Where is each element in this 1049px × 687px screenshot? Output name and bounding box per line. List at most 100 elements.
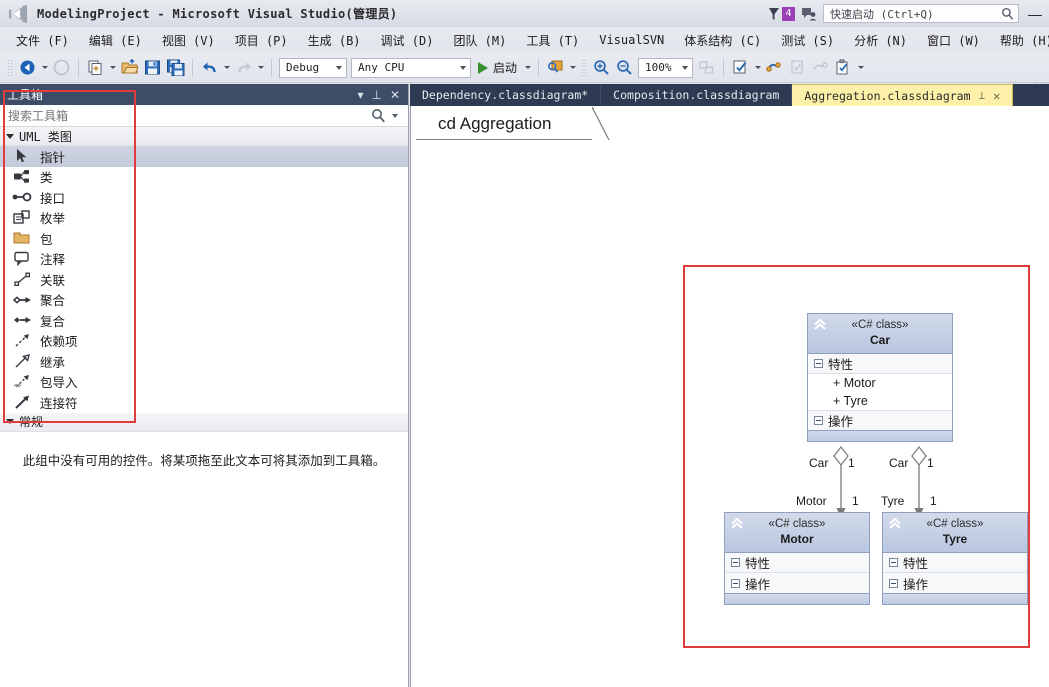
find-dropdown[interactable] bbox=[567, 57, 578, 79]
minus-box-icon[interactable] bbox=[814, 416, 823, 425]
chevron-up-icon[interactable] bbox=[813, 318, 827, 332]
uml-attribute-tyre[interactable]: + Tyre bbox=[808, 392, 952, 410]
menu-help[interactable]: 帮助 (H) bbox=[990, 29, 1049, 52]
validate-dropdown[interactable] bbox=[752, 57, 763, 79]
assoc-car-motor-source-multiplicity[interactable]: 1 bbox=[848, 456, 855, 470]
toolbox-item-aggregation[interactable]: 聚合 bbox=[0, 290, 408, 311]
find-in-files-icon[interactable] bbox=[544, 57, 567, 79]
uml-compartment-attributes[interactable]: 特性 bbox=[725, 553, 869, 573]
paste-icon[interactable] bbox=[832, 57, 855, 79]
menu-visualsvn[interactable]: VisualSVN bbox=[589, 30, 674, 50]
minus-box-icon[interactable] bbox=[814, 359, 823, 368]
uml-compartment-operations[interactable]: 操作 bbox=[725, 573, 869, 593]
undo-icon[interactable] bbox=[198, 57, 221, 79]
toolbox-item-inheritance[interactable]: 继承 bbox=[0, 351, 408, 372]
uml-compartment-attributes[interactable]: 特性 bbox=[883, 553, 1027, 573]
navigate-back-icon[interactable] bbox=[16, 57, 39, 79]
pin-icon[interactable]: ⊥ bbox=[979, 89, 986, 102]
menu-test[interactable]: 测试 (S) bbox=[771, 29, 844, 52]
uml-compartment-attributes[interactable]: 特性 bbox=[808, 354, 952, 374]
start-debug-button[interactable]: 启动 bbox=[473, 59, 522, 76]
toolbox-item-composition[interactable]: 复合 bbox=[0, 310, 408, 331]
toolbox-item-association[interactable]: 关联 bbox=[0, 269, 408, 290]
zoom-out-icon[interactable] bbox=[613, 57, 636, 79]
quick-launch-input[interactable] bbox=[830, 7, 998, 20]
uml-attribute-motor[interactable]: + Motor bbox=[808, 374, 952, 392]
solution-platform-combo[interactable]: Any CPU bbox=[351, 57, 471, 78]
new-project-dropdown[interactable] bbox=[107, 57, 118, 79]
menu-analyze[interactable]: 分析 (N) bbox=[844, 29, 917, 52]
assoc-car-tyre-target-multiplicity[interactable]: 1 bbox=[930, 494, 937, 508]
navigate-back-dropdown[interactable] bbox=[39, 57, 50, 79]
assoc-car-motor-target-role[interactable]: Motor bbox=[796, 494, 827, 508]
toolbox-item-comment[interactable]: 注释 bbox=[0, 249, 408, 270]
toolbox-item-interface[interactable]: 接口 bbox=[0, 187, 408, 208]
zoom-in-icon[interactable] bbox=[590, 57, 613, 79]
tab-dependency-classdiagram[interactable]: Dependency.classdiagram* bbox=[410, 84, 602, 106]
link-icon[interactable] bbox=[763, 57, 786, 79]
close-icon[interactable]: ✕ bbox=[390, 89, 400, 101]
open-file-icon[interactable] bbox=[118, 57, 141, 79]
zoom-level-combo[interactable]: 100% bbox=[638, 57, 694, 78]
menu-view[interactable]: 视图 (V) bbox=[152, 29, 225, 52]
redo-dropdown[interactable] bbox=[255, 57, 266, 79]
menu-architecture[interactable]: 体系结构 (C) bbox=[674, 29, 771, 52]
quick-launch-box[interactable] bbox=[823, 4, 1019, 23]
toolbox-item-class[interactable]: 类 bbox=[0, 167, 408, 188]
menu-file[interactable]: 文件 (F) bbox=[6, 29, 79, 52]
minimize-button[interactable]: — bbox=[1025, 6, 1045, 22]
save-icon[interactable] bbox=[141, 57, 164, 79]
uml-compartment-operations[interactable]: 操作 bbox=[883, 573, 1027, 593]
toolbox-group-uml-class-diagram[interactable]: UML 类图 bbox=[0, 127, 408, 146]
diagram-design-surface[interactable]: cd Aggregation «C# class» Car 特性 + Motor… bbox=[410, 106, 1049, 687]
toolbox-group-general[interactable]: 常规 bbox=[0, 412, 408, 432]
assoc-car-motor-target-multiplicity[interactable]: 1 bbox=[852, 494, 859, 508]
menu-build[interactable]: 生成 (B) bbox=[298, 29, 371, 52]
toolbox-search-input[interactable] bbox=[6, 107, 346, 124]
minus-box-icon[interactable] bbox=[731, 558, 740, 567]
solution-configuration-combo[interactable]: Debug bbox=[279, 57, 347, 78]
close-icon[interactable]: ✕ bbox=[993, 89, 1000, 103]
minus-box-icon[interactable] bbox=[731, 578, 740, 588]
tab-composition-classdiagram[interactable]: Composition.classdiagram bbox=[601, 84, 793, 106]
assoc-car-tyre-source-multiplicity[interactable]: 1 bbox=[927, 456, 934, 470]
paste-dropdown[interactable] bbox=[855, 57, 866, 79]
menu-edit[interactable]: 编辑 (E) bbox=[79, 29, 152, 52]
toolbar-grip-2[interactable] bbox=[581, 58, 588, 77]
uml-compartment-operations[interactable]: 操作 bbox=[808, 410, 952, 430]
toolbox-search-row[interactable] bbox=[0, 105, 408, 127]
save-all-icon[interactable] bbox=[164, 57, 187, 79]
assoc-car-motor-source-role[interactable]: Car bbox=[809, 456, 828, 470]
menu-team[interactable]: 团队 (M) bbox=[443, 29, 516, 52]
chevron-down-icon[interactable]: ▾ bbox=[357, 89, 363, 101]
minus-box-icon[interactable] bbox=[889, 558, 898, 567]
uml-class-tyre[interactable]: «C# class» Tyre 特性 操作 bbox=[882, 512, 1028, 605]
assoc-car-tyre-source-role[interactable]: Car bbox=[889, 456, 908, 470]
notification-flag-icon[interactable]: 4 bbox=[768, 6, 795, 21]
toolbox-item-package-import[interactable]: <> 包导入 bbox=[0, 372, 408, 393]
toolbox-item-connector[interactable]: 连接符 bbox=[0, 392, 408, 413]
toolbar-grip[interactable] bbox=[7, 58, 13, 77]
chevron-up-icon[interactable] bbox=[888, 517, 902, 531]
menu-tools[interactable]: 工具 (T) bbox=[516, 29, 589, 52]
tab-aggregation-classdiagram[interactable]: Aggregation.classdiagram ⊥ ✕ bbox=[792, 84, 1014, 106]
toolbox-item-package[interactable]: 包 bbox=[0, 228, 408, 249]
menu-window[interactable]: 窗口 (W) bbox=[917, 29, 990, 52]
pin-icon[interactable]: ⊥ bbox=[371, 89, 381, 101]
minus-box-icon[interactable] bbox=[889, 578, 898, 588]
new-project-icon[interactable] bbox=[84, 57, 107, 79]
toolbox-item-pointer[interactable]: 指针 bbox=[0, 146, 408, 167]
chevron-up-icon[interactable] bbox=[730, 517, 744, 531]
uml-class-car[interactable]: «C# class» Car 特性 + Motor + Tyre 操作 bbox=[807, 313, 953, 442]
assoc-car-tyre-target-role[interactable]: Tyre bbox=[881, 494, 904, 508]
menu-project[interactable]: 项目 (P) bbox=[225, 29, 298, 52]
uml-class-motor[interactable]: «C# class» Motor 特性 操作 bbox=[724, 512, 870, 605]
validate-icon[interactable] bbox=[729, 57, 752, 79]
search-options-dropdown-icon[interactable] bbox=[392, 114, 398, 118]
toolbox-item-enum[interactable]: 枚举 bbox=[0, 208, 408, 229]
menu-debug[interactable]: 调试 (D) bbox=[371, 29, 444, 52]
toolbox-item-dependency[interactable]: 依赖项 bbox=[0, 331, 408, 352]
start-debug-dropdown[interactable] bbox=[522, 57, 533, 79]
feedback-icon[interactable] bbox=[801, 6, 817, 21]
undo-dropdown[interactable] bbox=[221, 57, 232, 79]
